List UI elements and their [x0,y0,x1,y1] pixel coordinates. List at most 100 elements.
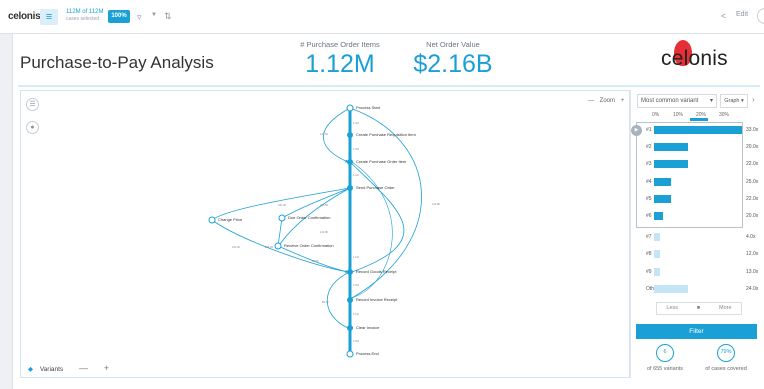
svg-text:Clear Invoice: Clear Invoice [356,325,380,330]
svg-text:Record Invoice Receipt: Record Invoice Receipt [356,297,398,302]
variant-count-label: of 655 variants [646,366,684,372]
svg-text:98.5K: 98.5K [312,259,319,263]
variants-toolbar: ◆ Variants — + [28,363,109,373]
variants-icon: ◆ [28,366,33,373]
variant-row-value: 33.0x [746,127,759,133]
variant-row-label[interactable]: #5 [646,196,652,202]
variants-increase-button[interactable]: + [104,363,109,373]
variant-bar[interactable] [654,143,688,151]
axis-highlight [690,118,708,121]
svg-text:Create Purchase Order Item: Create Purchase Order Item [356,159,407,164]
svg-text:1.4M: 1.4M [353,121,359,125]
selected-variants-frame [636,122,743,228]
variant-bar[interactable] [654,268,660,276]
variant-row-label[interactable]: #3 [646,161,652,167]
svg-text:Record Goods Receipt: Record Goods Receipt [356,269,397,274]
variant-bar[interactable] [654,233,660,241]
share-icon[interactable]: < [721,11,726,21]
edge-send-to-due [281,187,351,219]
more-button[interactable]: More [719,303,732,314]
selection-count: 112M of 112M [66,9,104,15]
variant-row-value: 22.0x [746,161,759,167]
variant-bar[interactable] [654,250,660,258]
variant-sort-select[interactable]: Most common variant ▾ [637,94,717,108]
variant-bar[interactable] [654,178,671,186]
axis-tick: 10% [673,112,684,118]
svg-text:85.3K: 85.3K [322,300,329,304]
variant-row-label[interactable]: #7 [646,234,652,240]
chevron-down-icon[interactable]: ▼ [151,12,157,18]
variant-bar[interactable] [654,212,663,220]
svg-text:1.0M: 1.0M [353,339,359,343]
less-button[interactable]: Less [666,303,678,314]
axis-tick: 30% [719,112,730,118]
view-select[interactable]: Graph ▾ [720,94,748,108]
reset-filter-icon[interactable]: ⇅ [164,11,172,22]
svg-text:143.5K: 143.5K [320,132,328,136]
variant-bar[interactable] [654,126,742,134]
header-divider [18,85,760,87]
view-select-value: Graph [724,98,740,104]
variants-decrease-button[interactable]: — [79,363,88,373]
kpi-value-po-items: 1.12M [305,50,375,78]
kpi-label-net-order-value: Net Order Value [426,40,480,49]
node-create-purchase-order-item[interactable]: Create Purchase Order Item [347,159,407,165]
node-clear-invoice[interactable]: Clear Invoice [347,325,380,331]
kpi-label-po-items: # Purchase Order Items [300,40,380,49]
node-record-invoice-receipt[interactable]: Record Invoice Receipt [347,297,398,303]
variant-row-value: 4.0x [746,234,756,240]
selection-sub: cases selected [66,16,100,22]
svg-text:144.8K: 144.8K [432,202,440,206]
edge-receive-to-goods [277,245,349,273]
svg-text:234.2K: 234.2K [265,245,273,249]
edit-button[interactable]: Edit [736,11,748,18]
top-toolbar: celonis ≡ 112M of 112M cases selected 10… [0,0,764,34]
selection-indicator[interactable]: 112M of 112M cases selected [66,9,103,23]
selection-percent-badge[interactable]: 100% [108,10,130,23]
app-logo-text: celonis [8,11,41,22]
variant-sort-value: Most common variant [641,98,699,104]
filter-icon[interactable]: ▿ [137,12,142,23]
process-graph[interactable]: 143.5K 1.4M 1.4M 1.1M 231.4K 264.5K 121.… [20,90,630,378]
user-avatar[interactable] [757,8,764,24]
variant-row-label[interactable]: #6 [646,213,652,219]
variant-row-label[interactable]: #1 [646,127,652,133]
reset-icon[interactable]: ■ [697,303,700,314]
variant-bar[interactable] [654,285,688,293]
node-process-start[interactable]: Process Start [346,104,381,112]
node-process-end[interactable]: Process End [346,350,379,358]
coverage-label: of cases covered [705,366,747,372]
variant-row-label[interactable]: #8 [646,251,652,257]
axis-tick: 0% [652,112,660,118]
page-title: Purchase-to-Pay Analysis [20,53,214,72]
variant-row-label[interactable]: #2 [646,144,652,150]
svg-text:Send Purchase Order: Send Purchase Order [356,185,395,190]
variant-bar[interactable] [654,195,671,203]
variant-row-value: 20.0x [746,144,759,150]
variant-row-value: 24.0x [746,286,759,292]
variant-row-label[interactable]: #4 [646,179,652,185]
play-icon[interactable]: ▶ [631,125,642,136]
svg-text:121.8K: 121.8K [320,230,328,234]
menu-button[interactable]: ≡ [40,9,58,25]
node-send-purchase-order[interactable]: Send Purchase Order [347,185,395,191]
edge-goods-to-clear [326,271,351,329]
variant-row-label[interactable]: #9 [646,269,652,275]
variant-row-value: 22.0x [746,196,759,202]
variant-bar[interactable] [654,160,688,168]
svg-text:Receive Order Confirmation: Receive Order Confirmation [284,243,334,248]
filter-button[interactable]: Filter [636,324,757,339]
app-logo[interactable]: celonis [8,11,41,22]
coverage-circle: 79% [717,344,735,362]
node-change-price[interactable]: Change Price [208,216,243,224]
variant-row-value: 13.0x [746,269,759,275]
node-record-goods-receipt[interactable]: Record Goods Receipt [347,269,397,275]
variant-row-value: 12.0x [746,251,759,257]
svg-text:1.1M: 1.1M [353,255,359,259]
svg-text:1.1M: 1.1M [353,312,359,316]
node-create-purchase-requisition-item[interactable]: Create Purchase Requisition Item [347,132,416,138]
svg-text:161.4K: 161.4K [232,245,240,249]
chevron-right-icon[interactable]: › [752,95,755,104]
svg-text:Process End: Process End [356,351,379,356]
svg-text:231.4K: 231.4K [278,203,286,207]
